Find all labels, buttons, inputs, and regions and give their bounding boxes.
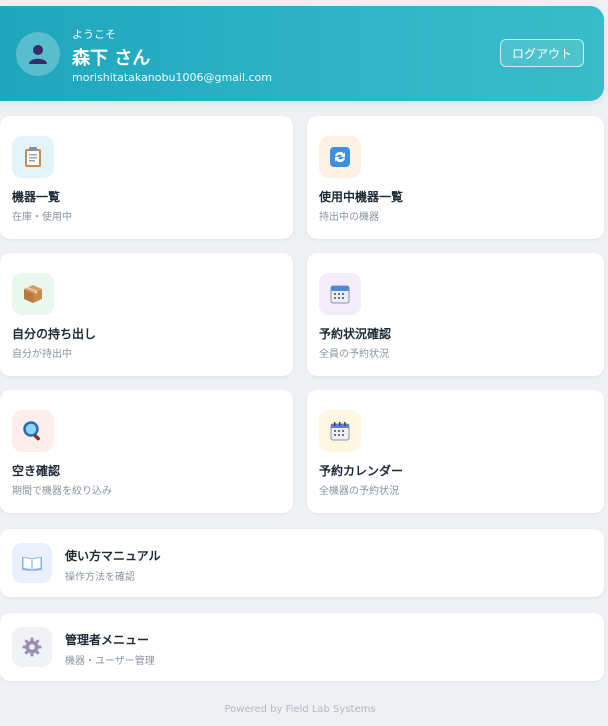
gear-icon <box>22 637 42 657</box>
card-subtitle: 全機器の予約状況 <box>319 486 399 497</box>
card-subtitle: 期間で機器を絞り込み <box>12 486 112 497</box>
card-icon-box <box>319 273 361 315</box>
user-header: ようこそ 森下 さん morishitatakanobu1006@gmail.c… <box>0 6 604 101</box>
calendar-icon <box>330 285 350 304</box>
menu-row-admin[interactable]: 管理者メニュー 機器・ユーザー管理 <box>0 613 604 681</box>
card-icon-box <box>12 136 54 178</box>
card-icon-box <box>12 543 52 583</box>
menu-card-reservation-calendar[interactable]: 予約カレンダー 全機器の予約状況 <box>307 390 604 513</box>
magnifier-icon <box>23 421 40 441</box>
card-title: 管理者メニュー <box>65 633 150 647</box>
card-icon-box <box>319 136 361 178</box>
clipboard-icon <box>25 147 41 167</box>
menu-card-reservation-status[interactable]: 予約状況確認 全員の予約状況 <box>307 253 604 376</box>
card-icon-box <box>12 273 54 315</box>
user-silhouette-icon <box>29 45 47 64</box>
menu-card-my-checkouts[interactable]: 自分の持ち出し 自分が持出中 <box>0 253 293 376</box>
card-title: 予約状況確認 <box>319 327 392 341</box>
card-title: 機器一覧 <box>12 190 61 204</box>
card-subtitle: 持出中の機器 <box>319 212 379 223</box>
card-title: 使用中機器一覧 <box>319 190 404 204</box>
card-subtitle: 自分が持出中 <box>12 349 72 360</box>
card-icon-box <box>12 410 54 452</box>
user-email: morishitatakanobu1006@gmail.com <box>72 71 272 84</box>
footer-credit: Powered by Field Lab Systems <box>224 704 376 715</box>
card-icon-box <box>319 410 361 452</box>
avatar <box>16 32 60 76</box>
card-title: 空き確認 <box>12 464 61 478</box>
card-subtitle: 全員の予約状況 <box>319 349 389 360</box>
spiral-calendar-icon <box>330 422 350 441</box>
welcome-text: ようこそ <box>72 28 116 41</box>
menu-card-equipment-list[interactable]: 機器一覧 在庫・使用中 <box>0 116 293 239</box>
user-name: 森下 さん <box>72 48 151 69</box>
menu-row-manual[interactable]: 使い方マニュアル 操作方法を確認 <box>0 529 604 597</box>
card-title: 使い方マニュアル <box>65 549 161 563</box>
package-icon <box>24 285 42 303</box>
book-icon <box>22 557 42 571</box>
menu-card-in-use-list[interactable]: 使用中機器一覧 持出中の機器 <box>307 116 604 239</box>
card-icon-box <box>12 627 52 667</box>
card-title: 自分の持ち出し <box>12 327 97 341</box>
refresh-icon <box>330 147 350 167</box>
card-title: 予約カレンダー <box>319 464 404 478</box>
menu-card-availability-check[interactable]: 空き確認 期間で機器を絞り込み <box>0 390 293 513</box>
card-subtitle: 機器・ユーザー管理 <box>65 656 155 667</box>
card-subtitle: 在庫・使用中 <box>12 212 72 223</box>
card-subtitle: 操作方法を確認 <box>65 572 135 583</box>
logout-button[interactable]: ログアウト <box>500 39 584 67</box>
